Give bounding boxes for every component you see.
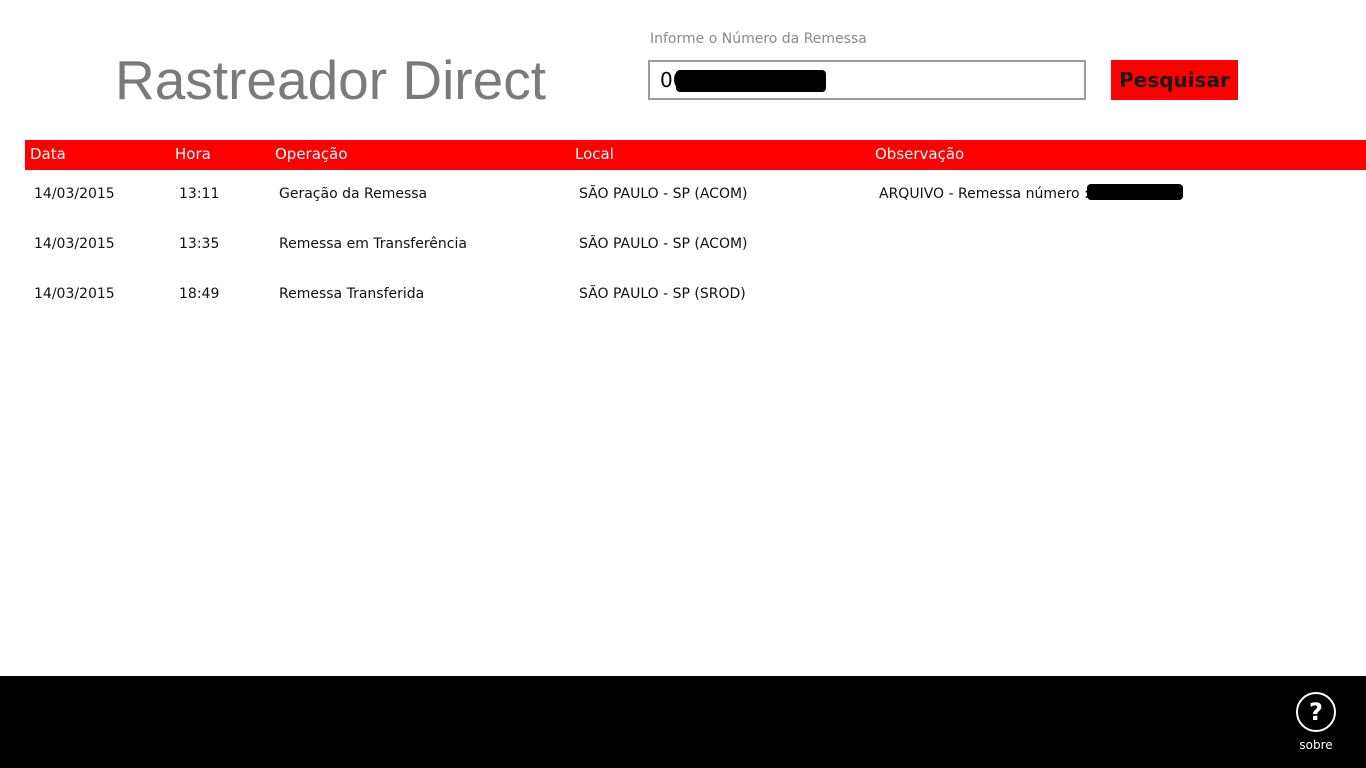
redaction-mark <box>1087 184 1183 200</box>
column-header-hora: Hora <box>175 145 211 163</box>
column-header-local: Local <box>575 145 614 163</box>
table-header: Data Hora Operação Local Observação <box>25 140 1366 170</box>
column-header-operacao: Operação <box>275 145 348 163</box>
question-mark-circle-icon: ? <box>1296 692 1336 732</box>
cell-hora: 13:11 <box>179 186 220 202</box>
cell-operacao: Remessa Transferida <box>279 286 425 302</box>
table-row[interactable]: 14/03/2015 13:11 Geração da Remessa SÃO … <box>0 170 1366 220</box>
app-title: Rastreador Direct <box>115 49 546 111</box>
cell-operacao: Geração da Remessa <box>279 186 428 202</box>
search-label: Informe o Número da Remessa <box>650 31 867 47</box>
cell-local: SÃO PAULO - SP (ACOM) <box>579 236 748 252</box>
cell-hora: 13:35 <box>179 236 220 252</box>
about-label: sobre <box>1299 738 1333 752</box>
search-button[interactable]: Pesquisar <box>1111 60 1238 100</box>
cell-data: 14/03/2015 <box>34 236 115 252</box>
table-row[interactable]: 14/03/2015 13:35 Remessa em Transferênci… <box>0 220 1366 270</box>
cell-local: SÃO PAULO - SP (ACOM) <box>579 186 748 202</box>
table-row[interactable]: 14/03/2015 18:49 Remessa Transferida SÃO… <box>0 270 1366 320</box>
column-header-observacao: Observação <box>875 145 965 163</box>
column-header-data: Data <box>30 145 66 163</box>
cell-data: 14/03/2015 <box>34 186 115 202</box>
cell-operacao: Remessa em Transferência <box>279 236 467 252</box>
cell-observacao: ARQUIVO - Remessa número : 0 9 <box>879 186 1116 202</box>
app-bar: ? sobre <box>0 676 1366 768</box>
redaction-mark <box>676 70 826 92</box>
cell-local: SÃO PAULO - SP (SROD) <box>579 286 746 302</box>
about-button[interactable]: ? sobre <box>1288 692 1344 760</box>
cell-data: 14/03/2015 <box>34 286 115 302</box>
cell-hora: 18:49 <box>179 286 220 302</box>
